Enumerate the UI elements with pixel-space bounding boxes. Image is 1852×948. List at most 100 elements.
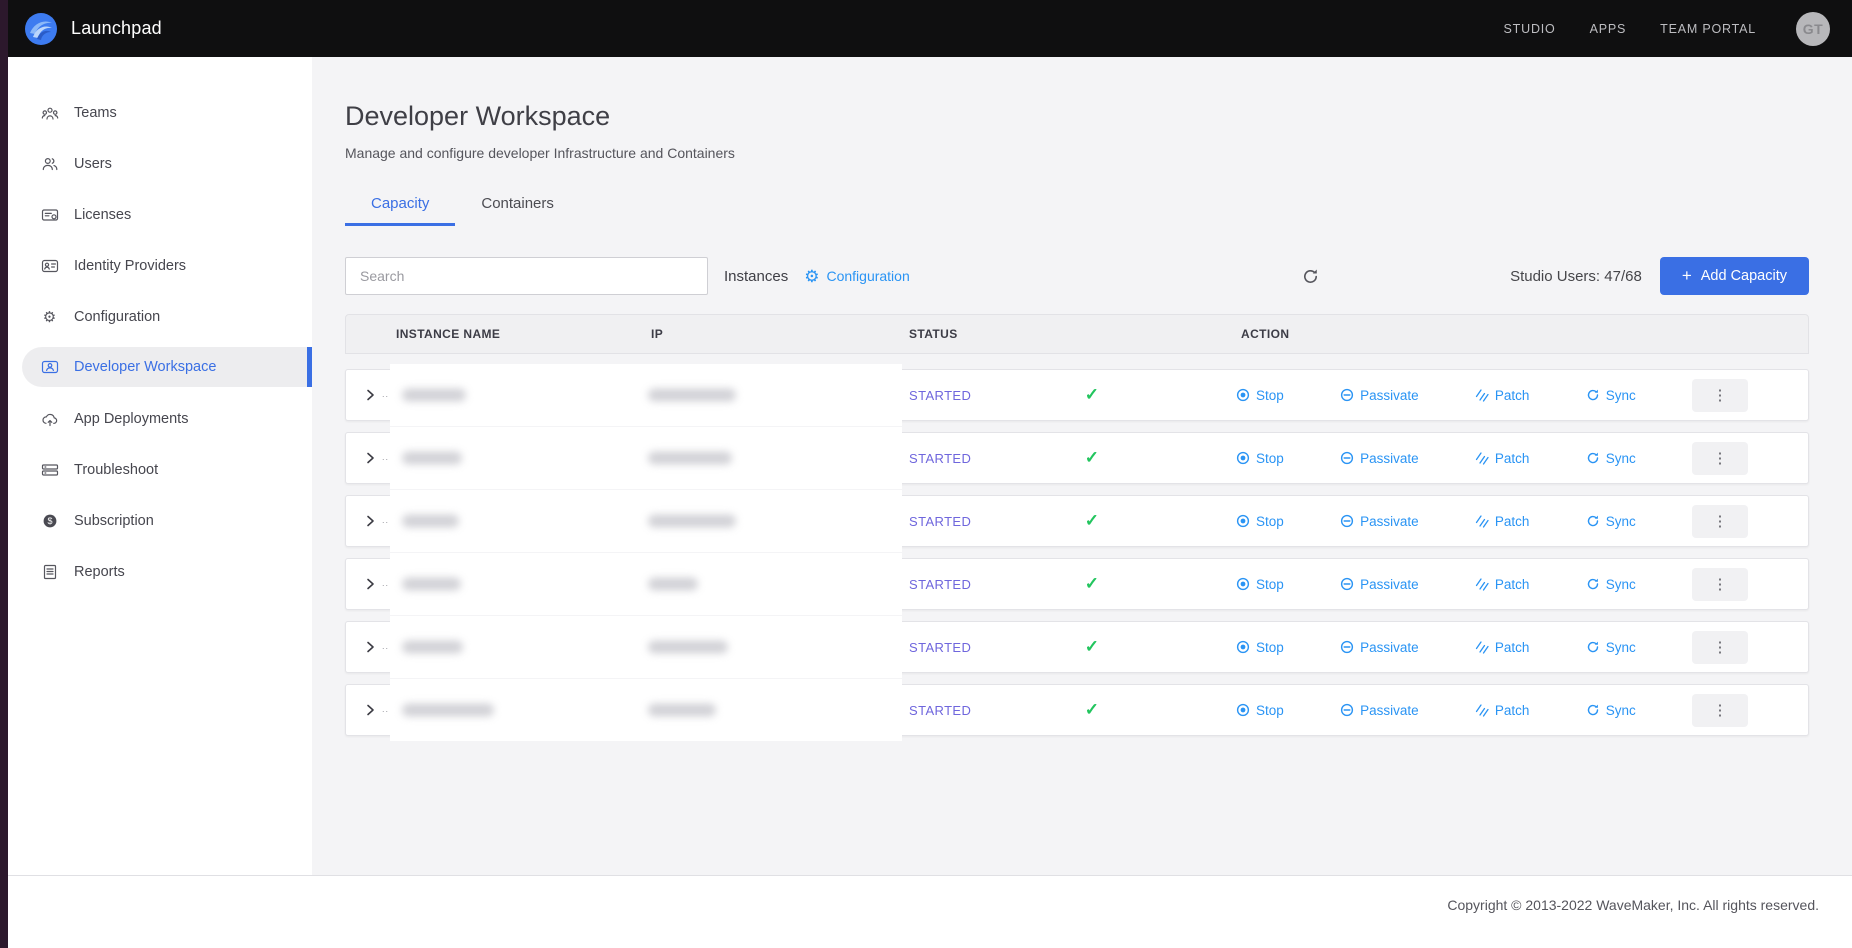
kebab-icon: ⋮ <box>1712 639 1727 656</box>
sidebar-item-label: Teams <box>74 105 117 121</box>
tab-capacity[interactable]: Capacity <box>345 186 455 226</box>
studio-users-count: Studio Users: 47/68 <box>1510 268 1642 285</box>
row-more-menu-button[interactable]: ⋮ <box>1692 631 1748 664</box>
sidebar-item-developer-workspace[interactable]: Developer Workspace <box>22 347 312 387</box>
stop-action-button[interactable]: Stop <box>1236 388 1284 403</box>
row-more-menu-button[interactable]: ⋮ <box>1692 505 1748 538</box>
patch-action-button[interactable]: Patch <box>1475 451 1530 466</box>
instance-name-cell: .. <box>346 622 601 672</box>
row-more-menu-button[interactable]: ⋮ <box>1692 568 1748 601</box>
sidebar-item-troubleshoot[interactable]: Troubleshoot <box>8 444 312 495</box>
chevron-right-icon[interactable] <box>364 515 376 527</box>
sync-action-button[interactable]: Sync <box>1586 577 1636 592</box>
configuration-link[interactable]: ⚙ Configuration <box>804 268 910 285</box>
stop-action-button[interactable]: Stop <box>1236 514 1284 529</box>
status-badge: STARTED <box>909 703 971 718</box>
search-input[interactable] <box>345 257 708 295</box>
sidebar-item-label: Reports <box>74 564 125 580</box>
sync-action-button[interactable]: Sync <box>1586 388 1636 403</box>
instance-name-cell: .. <box>346 433 601 483</box>
row-more-menu-button[interactable]: ⋮ <box>1692 694 1748 727</box>
sync-action-label: Sync <box>1606 451 1636 466</box>
patch-icon <box>1475 640 1489 654</box>
sidebar-item-label: Developer Workspace <box>74 359 216 375</box>
configuration-link-label: Configuration <box>826 268 909 284</box>
table-row: .. STARTED ✓ Stop Passivate Patch <box>345 495 1809 547</box>
patch-action-button[interactable]: Patch <box>1475 703 1530 718</box>
patch-action-label: Patch <box>1495 577 1530 592</box>
passivate-action-label: Passivate <box>1360 451 1419 466</box>
configuration-icon: ⚙ <box>40 308 59 325</box>
svg-text:$: $ <box>47 516 52 526</box>
sidebar-item-users[interactable]: Users <box>8 138 312 189</box>
stop-icon <box>1236 703 1250 717</box>
sync-icon <box>1586 388 1600 402</box>
row-more-menu-button[interactable]: ⋮ <box>1692 442 1748 475</box>
stop-action-button[interactable]: Stop <box>1236 577 1284 592</box>
instance-name-cell: .. <box>346 685 601 735</box>
patch-action-button[interactable]: Patch <box>1475 514 1530 529</box>
stop-action-button[interactable]: Stop <box>1236 640 1284 655</box>
sync-action-button[interactable]: Sync <box>1586 703 1636 718</box>
passivate-action-label: Passivate <box>1360 640 1419 655</box>
topnav-apps[interactable]: APPS <box>1590 22 1627 36</box>
passivate-action-button[interactable]: Passivate <box>1340 388 1419 403</box>
passivate-action-button[interactable]: Passivate <box>1340 514 1419 529</box>
reports-icon <box>40 563 59 580</box>
sidebar-item-reports[interactable]: Reports <box>8 546 312 597</box>
topnav-studio[interactable]: STUDIO <box>1504 22 1556 36</box>
row-more-menu-button[interactable]: ⋮ <box>1692 379 1748 412</box>
passivate-action-button[interactable]: Passivate <box>1340 577 1419 592</box>
instance-name-cell: .. <box>346 559 601 609</box>
status-cell: STARTED ✓ <box>859 448 1191 468</box>
chevron-right-icon[interactable] <box>364 641 376 653</box>
stop-icon <box>1236 640 1250 654</box>
status-cell: STARTED ✓ <box>859 700 1191 720</box>
status-check-icon: ✓ <box>1085 448 1099 468</box>
patch-action-button[interactable]: Patch <box>1475 640 1530 655</box>
passivate-action-button[interactable]: Passivate <box>1340 703 1419 718</box>
sidebar-item-licenses[interactable]: Licenses <box>8 189 312 240</box>
sidebar-item-configuration[interactable]: ⚙ Configuration <box>8 291 312 342</box>
refresh-button[interactable] <box>1301 267 1320 286</box>
passivate-action-button[interactable]: Passivate <box>1340 451 1419 466</box>
status-check-icon: ✓ <box>1085 700 1099 720</box>
tab-containers[interactable]: Containers <box>455 186 580 226</box>
sync-icon <box>1586 640 1600 654</box>
main-content: Developer Workspace Manage and configure… <box>312 57 1852 875</box>
stop-icon <box>1236 388 1250 402</box>
sync-icon <box>1586 577 1600 591</box>
table-row: .. STARTED ✓ Stop Passivate Patch <box>345 369 1809 421</box>
sidebar-item-teams[interactable]: Teams <box>8 87 312 138</box>
developer-workspace-icon <box>40 359 59 376</box>
chevron-right-icon[interactable] <box>364 452 376 464</box>
chevron-right-icon[interactable] <box>364 389 376 401</box>
stop-action-button[interactable]: Stop <box>1236 703 1284 718</box>
sync-action-button[interactable]: Sync <box>1586 514 1636 529</box>
status-cell: STARTED ✓ <box>859 637 1191 657</box>
patch-action-button[interactable]: Patch <box>1475 388 1530 403</box>
stop-icon <box>1236 514 1250 528</box>
patch-icon <box>1475 703 1489 717</box>
sidebar-item-app-deployments[interactable]: App Deployments <box>8 393 312 444</box>
passivate-action-label: Passivate <box>1360 577 1419 592</box>
sidebar-item-subscription[interactable]: $ Subscription <box>8 495 312 546</box>
instance-name-redacted <box>402 704 494 717</box>
sync-action-button[interactable]: Sync <box>1586 451 1636 466</box>
sidebar-item-identity-providers[interactable]: Identity Providers <box>8 240 312 291</box>
chevron-right-icon[interactable] <box>364 578 376 590</box>
column-header-action: ACTION <box>1191 327 1808 341</box>
sidebar-item-label: Users <box>74 156 112 172</box>
chevron-right-icon[interactable] <box>364 704 376 716</box>
sidebar-item-label: Subscription <box>74 513 154 529</box>
user-avatar[interactable]: GT <box>1796 12 1830 46</box>
patch-action-button[interactable]: Patch <box>1475 577 1530 592</box>
stop-action-button[interactable]: Stop <box>1236 451 1284 466</box>
redacted-region <box>390 679 902 741</box>
passivate-action-button[interactable]: Passivate <box>1340 640 1419 655</box>
sync-action-button[interactable]: Sync <box>1586 640 1636 655</box>
ip-redacted <box>648 578 698 591</box>
add-capacity-button[interactable]: + Add Capacity <box>1660 257 1809 295</box>
instance-name-redacted <box>402 515 459 528</box>
topnav-team-portal[interactable]: TEAM PORTAL <box>1660 22 1756 36</box>
